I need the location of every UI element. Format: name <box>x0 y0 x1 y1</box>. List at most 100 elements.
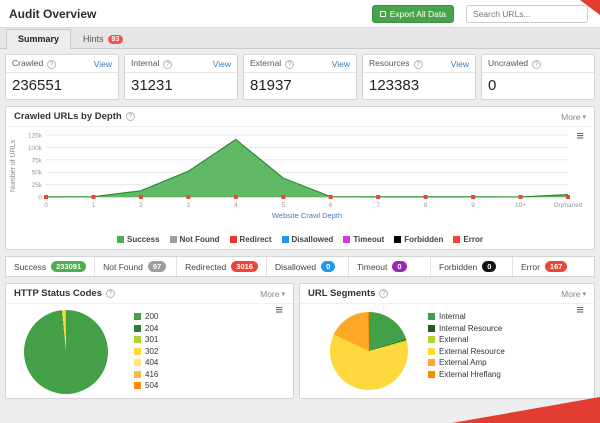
help-icon[interactable]: ? <box>414 60 423 69</box>
legend-item-success[interactable]: Success <box>117 235 159 244</box>
legend-item-200[interactable]: 200 <box>134 311 158 323</box>
legend-label: Disallowed <box>292 235 334 244</box>
status-label: Not Found <box>103 262 143 272</box>
legend-item-timeout[interactable]: Timeout <box>343 235 384 244</box>
y-axis-label: Number of URLs <box>10 139 17 192</box>
status-cell-error[interactable]: Error 167 <box>513 257 594 276</box>
legend-label: Timeout <box>353 235 384 244</box>
legend-label: 404 <box>145 358 158 367</box>
view-link[interactable]: View <box>332 59 350 69</box>
legend-swatch <box>428 348 435 355</box>
x-tick-label: 3 <box>187 202 191 209</box>
tab-summary[interactable]: Summary <box>6 29 71 49</box>
more-dropdown[interactable]: More ▾ <box>561 112 586 122</box>
tab-hints[interactable]: Hints 93 <box>71 29 135 48</box>
legend-item-external-resource[interactable]: External Resource <box>428 346 505 358</box>
legend-item-internal-resource[interactable]: Internal Resource <box>428 323 505 335</box>
legend-item-404[interactable]: 404 <box>134 357 158 369</box>
x-tick-label: Orphaned <box>554 202 583 209</box>
x-tick-label: 9 <box>471 202 475 209</box>
view-link[interactable]: View <box>451 59 469 69</box>
legend-swatch <box>394 236 401 243</box>
view-link[interactable]: View <box>213 59 231 69</box>
legend-swatch <box>134 313 141 320</box>
view-link[interactable]: View <box>94 59 112 69</box>
x-tick-label: 6 <box>329 202 333 209</box>
x-axis-label: Website Crawl Depth <box>272 211 342 220</box>
status-badge: 167 <box>545 261 568 272</box>
stat-card-head: Uncrawled? <box>482 55 594 73</box>
legend-swatch <box>428 325 435 332</box>
legend-item-internal[interactable]: Internal <box>428 311 505 323</box>
status-label: Error <box>521 262 540 272</box>
legend-swatch <box>134 348 141 355</box>
depth-chart[interactable]: 025k50k75k100k125k012345678910+OrphanedW… <box>6 129 592 229</box>
x-tick-label: 1 <box>92 202 96 209</box>
status-badge: 0 <box>482 261 496 272</box>
stat-label: Uncrawled? <box>488 58 541 69</box>
legend-item-forbidden[interactable]: Forbidden <box>394 235 443 244</box>
stat-card-head: Internal?View <box>125 55 237 73</box>
status-label: Disallowed <box>275 262 316 272</box>
legend-item-redirect[interactable]: Redirect <box>230 235 272 244</box>
audit-overview-page: Audit Overview Export All Data Summary H… <box>0 0 600 423</box>
legend-item-301[interactable]: 301 <box>134 334 158 346</box>
x-tick-label: 0 <box>44 202 48 209</box>
legend-label: Success <box>127 235 159 244</box>
stat-card-head: Crawled? View <box>6 55 118 73</box>
legend-item-204[interactable]: 204 <box>134 323 158 335</box>
legend-swatch <box>282 236 289 243</box>
help-icon[interactable]: ? <box>126 112 135 121</box>
export-icon <box>380 11 386 17</box>
status-cell-redirected[interactable]: Redirected3016 <box>177 257 267 276</box>
search-urls-input[interactable] <box>466 5 588 23</box>
help-icon[interactable]: ? <box>106 289 115 298</box>
legend-item-external[interactable]: External <box>428 334 505 346</box>
help-icon[interactable]: ? <box>285 60 294 69</box>
status-cell-forbidden[interactable]: Forbidden 0 <box>431 257 513 276</box>
legend-item-416[interactable]: 416 <box>134 369 158 381</box>
export-all-data-button[interactable]: Export All Data <box>372 5 454 23</box>
status-cell-disallowed[interactable]: Disallowed0 <box>267 257 349 276</box>
legend-item-error[interactable]: Error <box>453 235 483 244</box>
url-segments-pie[interactable] <box>330 312 408 390</box>
segments-pie-content: ≡ InternalInternal ResourceExternalExter… <box>300 304 594 400</box>
more-dropdown[interactable]: More ▾ <box>260 289 285 299</box>
depth-panel-title: Crawled URLs by Depth <box>14 111 122 122</box>
status-label: Forbidden <box>439 262 477 272</box>
help-icon[interactable]: ? <box>47 60 56 69</box>
status-cell-timeout[interactable]: Timeout0 <box>349 257 431 276</box>
stat-card-internal: Internal?View31231 <box>124 54 238 100</box>
legend-item-504[interactable]: 504 <box>134 380 158 392</box>
legend-item-disallowed[interactable]: Disallowed <box>282 235 334 244</box>
legend-item-external-hreflang[interactable]: External Hreflang <box>428 369 505 381</box>
help-icon[interactable]: ? <box>379 289 388 298</box>
help-icon[interactable]: ? <box>163 60 172 69</box>
legend-label: 504 <box>145 381 158 390</box>
stat-label: Crawled? <box>12 58 56 69</box>
x-tick-label: 7 <box>376 202 380 209</box>
legend-item-302[interactable]: 302 <box>134 346 158 358</box>
http-panel-title: HTTP Status Codes <box>14 288 102 299</box>
legend-label: External Resource <box>439 347 505 356</box>
url-segments-panel: URL Segments ? More ▾ ≡ InternalInternal… <box>299 283 595 399</box>
page-title: Audit Overview <box>9 7 96 21</box>
legend-item-not-found[interactable]: Not Found <box>170 235 220 244</box>
chart-menu-icon[interactable]: ≡ <box>576 304 584 315</box>
chart-menu-icon[interactable]: ≡ <box>275 304 283 315</box>
tabs-bar: Summary Hints 93 <box>0 28 600 49</box>
x-tick-label: 4 <box>234 202 238 209</box>
more-dropdown[interactable]: More ▾ <box>561 289 586 299</box>
help-icon[interactable]: ? <box>532 60 541 69</box>
error-marker <box>566 195 570 199</box>
legend-swatch <box>134 359 141 366</box>
y-tick-label: 50k <box>32 170 43 177</box>
http-status-pie[interactable] <box>24 310 108 394</box>
stat-card-uncrawled: Uncrawled?0 <box>481 54 595 100</box>
chart-menu-icon[interactable]: ≡ <box>576 130 584 141</box>
legend-label: Internal Resource <box>439 324 502 333</box>
status-cell-success[interactable]: Success233091 <box>6 257 95 276</box>
legend-item-external-amp[interactable]: External Amp <box>428 357 505 369</box>
depth-chart-legend: Success Not Found Redirect Disallowed Timeou… <box>6 235 594 244</box>
status-cell-not-found[interactable]: Not Found97 <box>95 257 177 276</box>
